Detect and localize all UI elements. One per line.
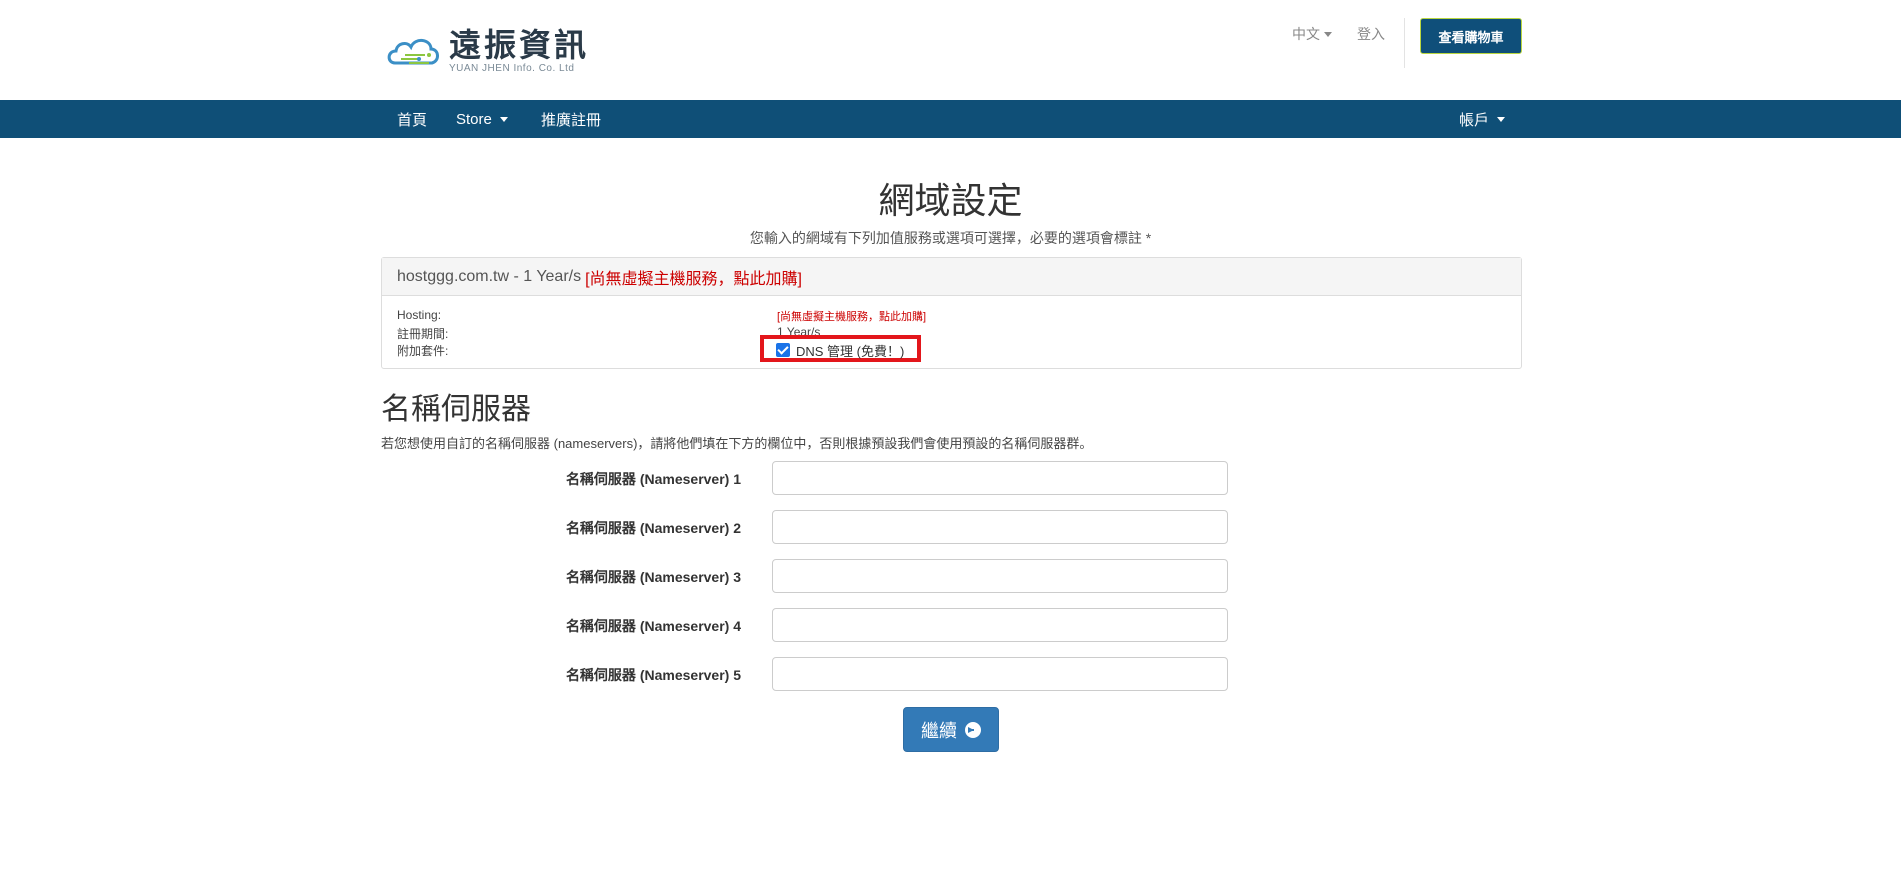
dns-management-label[interactable]: DNS 管理 (免費！) — [796, 341, 904, 360]
nameserver-row: 名稱伺服器 (Nameserver) 4 — [0, 608, 1901, 642]
nameserver-5-label: 名稱伺服器 (Nameserver) 5 — [565, 667, 741, 683]
nameserver-row: 名稱伺服器 (Nameserver) 1 — [0, 461, 1901, 495]
chevron-down-icon — [499, 116, 508, 122]
arrow-right-circle-icon — [965, 721, 981, 738]
chevron-down-icon — [1324, 31, 1332, 37]
chevron-down-icon — [1497, 116, 1506, 122]
login-link[interactable]: 登入 — [1357, 24, 1385, 44]
site-header: 遠振資訊 YUAN JHEN Info. Co. Ltd 中文 登入 查看購物車 — [0, 0, 1901, 100]
addons-label: 附加套件: — [397, 344, 449, 358]
nav-affiliate-label: 推廣註冊 — [541, 111, 602, 129]
panel-heading: hostggg.com.tw - 1 Year/s [尚無虛擬主機服務，點此加購… — [382, 258, 1521, 296]
nameserver-row: 名稱伺服器 (Nameserver) 2 — [0, 510, 1901, 544]
hosting-add-link[interactable]: [尚無虛擬主機服務，點此加購] — [777, 308, 926, 324]
nameserver-3-input[interactable] — [772, 559, 1228, 593]
nameserver-row: 名稱伺服器 (Nameserver) 5 — [0, 657, 1901, 691]
continue-label: 繼續 — [921, 720, 957, 741]
site-logo[interactable]: 遠振資訊 YUAN JHEN Info. Co. Ltd — [385, 28, 589, 74]
registration-period-label: 註冊期間: — [397, 327, 449, 341]
nameserver-2-input[interactable] — [772, 510, 1228, 544]
add-hosting-link[interactable]: [尚無虛擬主機服務，點此加購] — [585, 265, 802, 289]
panel-body: Hosting: [尚無虛擬主機服務，點此加購] 註冊期間: 1 Year/s … — [382, 296, 1521, 368]
nameserver-2-label: 名稱伺服器 (Nameserver) 2 — [565, 520, 741, 536]
nameserver-4-label: 名稱伺服器 (Nameserver) 4 — [565, 618, 741, 634]
nameserver-3-label: 名稱伺服器 (Nameserver) 3 — [565, 569, 741, 585]
nameserver-row: 名稱伺服器 (Nameserver) 3 — [0, 559, 1901, 593]
nav-account-label: 帳戶 — [1459, 111, 1490, 129]
main-navbar: 首頁 Store 推廣註冊 帳戶 — [0, 100, 1901, 138]
continue-button[interactable]: 繼續 — [903, 707, 999, 752]
domain-name: hostggg.com.tw - 1 Year/s — [397, 267, 582, 285]
nameserver-4-input[interactable] — [772, 608, 1228, 642]
nameserver-1-input[interactable] — [772, 461, 1228, 495]
page-subtitle: 您輸入的網域有下列加值服務或選項可選擇，必要的選項會標註 * — [749, 230, 1152, 246]
hosting-label: Hosting: — [397, 308, 442, 322]
cloud-logo-icon — [385, 29, 443, 73]
nav-item-account[interactable]: 帳戶 — [1459, 100, 1506, 138]
nameserver-5-input[interactable] — [772, 657, 1228, 691]
dns-management-checkbox[interactable] — [776, 343, 790, 357]
nameservers-heading: 名稱伺服器 — [381, 392, 531, 427]
nav-item-store[interactable]: Store — [456, 100, 508, 138]
logo-chinese-text: 遠振資訊 — [449, 26, 590, 64]
language-label: 中文 — [1292, 26, 1320, 42]
nav-item-home[interactable]: 首頁 — [397, 100, 427, 138]
nav-store-label: Store — [456, 110, 492, 128]
nav-item-affiliate[interactable]: 推廣註冊 — [541, 100, 601, 138]
domain-config-panel: hostggg.com.tw - 1 Year/s [尚無虛擬主機服務，點此加購… — [381, 257, 1522, 369]
page-title: 網域設定 — [878, 181, 1023, 222]
nameservers-description: 若您想使用自訂的名稱伺服器 (nameservers)，請將他們填在下方的欄位中… — [381, 436, 1093, 451]
logo-english-text: YUAN JHEN Info. Co. Ltd — [449, 63, 575, 74]
view-cart-button[interactable]: 查看購物車 — [1420, 18, 1522, 54]
nav-home-label: 首頁 — [397, 111, 428, 129]
language-dropdown[interactable]: 中文 — [1292, 24, 1332, 44]
nameserver-1-label: 名稱伺服器 (Nameserver) 1 — [565, 471, 741, 487]
header-divider — [1404, 18, 1405, 68]
